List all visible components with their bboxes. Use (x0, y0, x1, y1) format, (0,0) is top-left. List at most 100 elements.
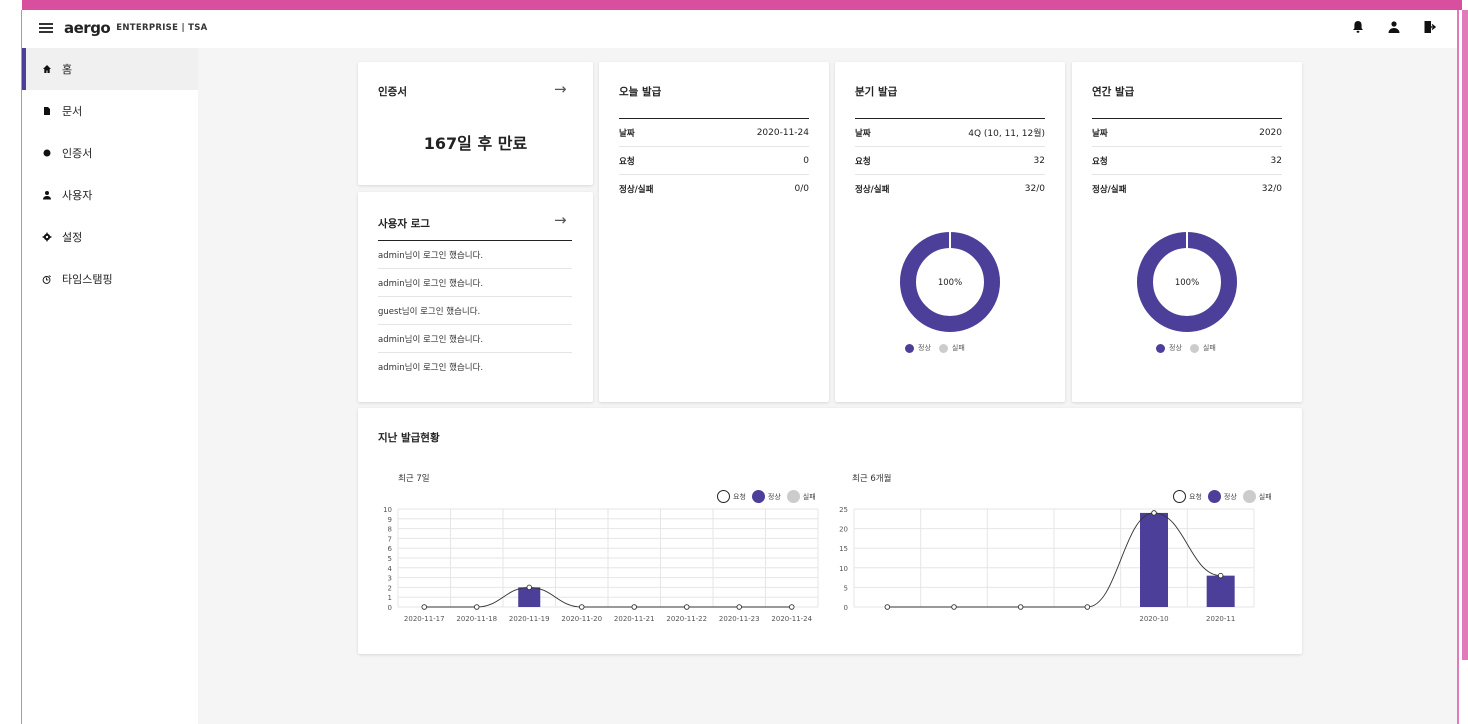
user-icon (42, 190, 52, 200)
legend-swatch (1242, 490, 1256, 503)
chart-title: 최근 6개월 (852, 474, 892, 484)
chart-legend: 요청 정상 실패 (1170, 490, 1272, 503)
bar (1206, 575, 1235, 607)
frame-right (1457, 10, 1459, 724)
user-icon[interactable] (1387, 20, 1401, 34)
sidebar-item-users[interactable]: 사용자 (22, 174, 198, 216)
legend-swatch (1207, 490, 1221, 503)
sidebar-item-label: 인증서 (62, 147, 93, 160)
card-title: 사용자 로그 (378, 218, 430, 230)
stamp-icon (42, 274, 52, 284)
data-point (1151, 510, 1157, 516)
donut-label: 100% (938, 278, 962, 288)
chart-7days: 0123456789102020-11-17 2020-11-18 2020-11-… (383, 506, 819, 623)
x-tick-label: 2020-11-18 (456, 615, 497, 623)
table-row: 날짜 4Q (10, 11, 12월) (855, 119, 1045, 147)
data-point (736, 604, 743, 610)
y-tick-label: 8 (388, 526, 392, 534)
y-tick-label: 1 (388, 594, 392, 602)
certificate-expiry: 167일 후 만료 (423, 134, 528, 153)
app: aergo ENTERPRISE | TSA 홈 문서 인증서 사용자 설정 타… (22, 10, 1457, 724)
y-tick-label: 5 (844, 584, 848, 592)
arrow-right-icon[interactable]: → (554, 211, 567, 229)
sidebar-item-label: 사용자 (62, 189, 93, 202)
chart-title: 최근 7일 (398, 474, 430, 484)
data-point (684, 604, 690, 610)
y-tick-label: 15 (839, 545, 848, 553)
frame-right-outer (1462, 10, 1468, 660)
table-row: 날짜 2020 (1092, 119, 1282, 147)
card-title: 인증서 (378, 86, 407, 98)
data-point (526, 584, 532, 591)
x-tick-label: 2020-10 (1139, 615, 1168, 623)
card-title: 지난 발급현황 (378, 432, 440, 444)
sidebar-item-settings[interactable]: 설정 (22, 216, 198, 258)
sidebar-item-timestamping[interactable]: 타임스탬핑 (22, 258, 198, 300)
y-tick-label: 9 (388, 516, 392, 524)
table-row: 정상/실패 32/0 (855, 184, 1045, 195)
sidebar-item-label: 홈 (62, 63, 73, 76)
data-point (1017, 604, 1024, 610)
list-item: admin님이 로그인 했습니다. (378, 363, 484, 373)
quarter-table: 날짜 4Q (10, 11, 12월) 요청 32 정상/실패 32/0 (855, 118, 1045, 203)
sidebar-item-label: 문서 (62, 105, 83, 118)
certificate-icon (42, 148, 52, 158)
sidebar: 홈 문서 인증서 사용자 설정 타임스탬핑 (22, 48, 198, 724)
y-tick-label: 0 (388, 604, 392, 612)
today-card: 오늘 발급 날짜 2020-11-24 요청 0 정상/실패 0/0 (599, 62, 829, 402)
x-tick-label: 2020-11-21 (614, 615, 655, 623)
list-item: admin님이 로그인 했습니다. (378, 325, 572, 353)
y-tick-label: 25 (839, 506, 848, 514)
legend-swatch (1173, 490, 1186, 503)
sidebar-item-home[interactable]: 홈 (22, 48, 198, 90)
y-tick-label: 3 (388, 575, 392, 583)
top-actions (1351, 20, 1437, 34)
donut-legend: 정상 실패 (905, 343, 965, 353)
data-point (789, 604, 795, 610)
quarter-card: 분기 발급 날짜 4Q (10, 11, 12월) 요청 32 정상/실패 32/0 … (835, 62, 1065, 402)
menu-icon[interactable] (39, 21, 53, 35)
bell-icon[interactable] (1351, 20, 1365, 34)
quarter-donut: 100% (900, 232, 1000, 332)
list-item: guest님이 로그인 했습니다. (378, 297, 572, 325)
home-icon (42, 64, 52, 74)
data-point (1217, 572, 1224, 579)
list-item: admin님이 로그인 했습니다. (378, 269, 572, 297)
x-tick-label: 2020-11-20 (561, 615, 602, 623)
data-point (421, 604, 428, 610)
card-title: 연간 발급 (1092, 86, 1135, 98)
legend-swatch (905, 343, 914, 353)
user-log-card: 사용자 로그 → admin님이 로그인 했습니다. admin님이 로그인 했… (358, 192, 593, 402)
legend-swatch (1189, 343, 1199, 353)
y-tick-label: 7 (388, 535, 392, 543)
year-donut: 100% (1137, 232, 1237, 332)
y-tick-label: 10 (839, 565, 848, 573)
sidebar-item-documents[interactable]: 문서 (22, 90, 198, 132)
donut-label: 100% (1175, 278, 1199, 288)
table-row: 날짜 2020-11-24 (619, 119, 809, 147)
table-row: 요청 32 (1092, 147, 1282, 175)
arrow-right-icon[interactable]: → (554, 80, 567, 98)
sidebar-item-certificates[interactable]: 인증서 (22, 132, 198, 174)
data-point (631, 604, 637, 610)
x-tick-label: 2020-11-24 (771, 615, 812, 623)
legend-swatch (786, 490, 800, 503)
table-row: 요청 0 (619, 147, 809, 175)
sidebar-item-label: 설정 (62, 231, 83, 244)
x-tick-label: 2020-11-19 (509, 615, 550, 623)
logout-icon[interactable] (1423, 20, 1437, 34)
legend-swatch (938, 343, 948, 353)
y-tick-label: 4 (388, 565, 393, 573)
chart-6months: 0 5 10 15 20 25 2020-10 2020-11 (839, 506, 1255, 623)
legend-swatch (751, 490, 765, 503)
bar (518, 587, 541, 607)
y-tick-label: 2 (388, 584, 392, 592)
logo[interactable]: aergo ENTERPRISE | TSA (64, 19, 208, 37)
y-tick-label: 10 (383, 506, 392, 514)
data-point (884, 604, 891, 610)
logo-subtitle: ENTERPRISE | TSA (116, 23, 208, 33)
legend-swatch (1156, 343, 1165, 353)
history-card: 지난 발급현황 최근 7일 요청 정상 실패 0 1 2 3 4 5 6 7 8 9 10 2020-… (358, 408, 1302, 654)
data-point (951, 604, 957, 610)
data-point (1084, 604, 1091, 610)
